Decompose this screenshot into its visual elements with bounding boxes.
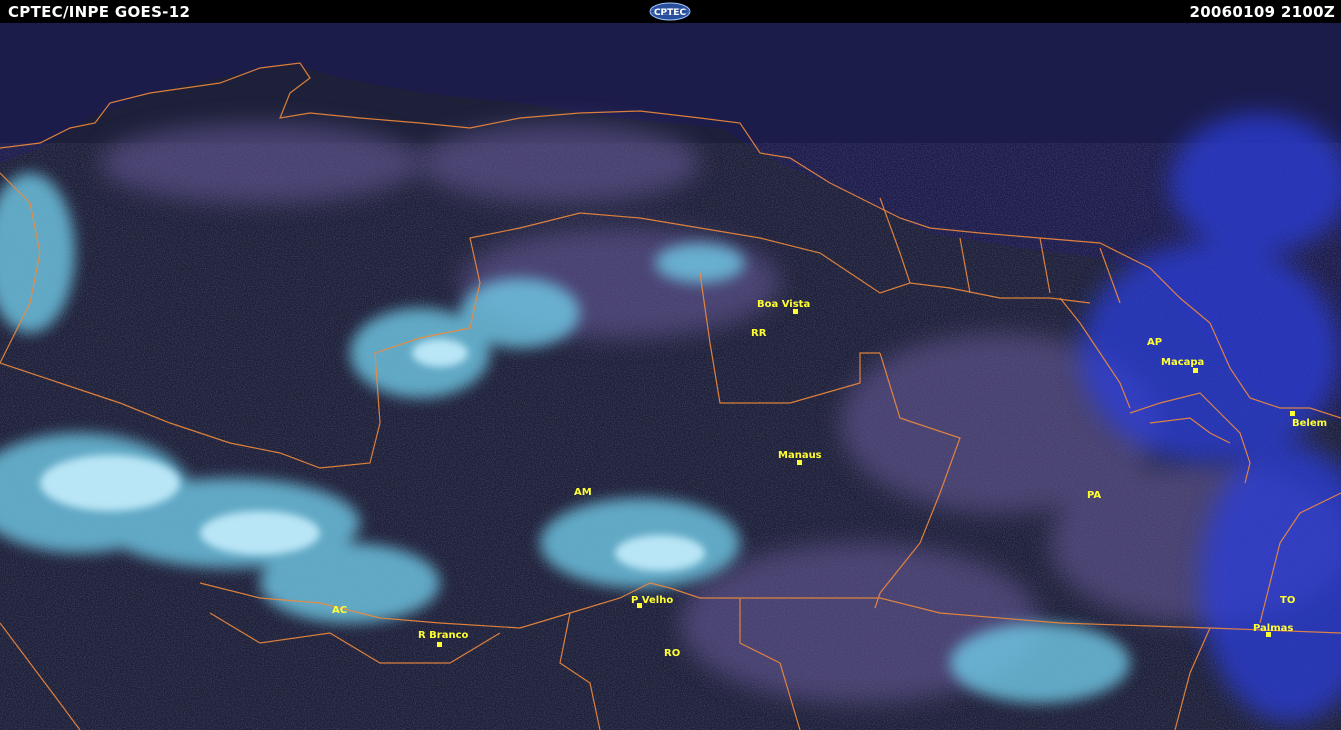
state-label-ac: AC — [332, 605, 347, 616]
city-label-boa-vista: Boa Vista — [757, 299, 810, 310]
header-bar: CPTEC/INPE GOES-12 CPTEC 20060109 2100Z — [0, 0, 1341, 23]
state-label-ro: RO — [664, 648, 680, 659]
city-label-p-velho: P Velho — [631, 595, 673, 606]
state-label-am: AM — [574, 487, 592, 498]
image-timestamp: 20060109 2100Z — [1189, 3, 1335, 21]
satellite-map[interactable]: Boa Vista Macapa Belem Manaus P Velho R … — [0, 23, 1341, 730]
city-label-r-branco: R Branco — [418, 630, 469, 641]
cptec-logo-icon: CPTEC — [649, 2, 691, 21]
satellite-viewer: CPTEC/INPE GOES-12 CPTEC 20060109 2100Z — [0, 0, 1341, 730]
city-marker-r-branco — [437, 642, 442, 647]
city-marker-macapa — [1193, 368, 1198, 373]
city-label-manaus: Manaus — [778, 450, 822, 461]
state-label-pa: PA — [1087, 490, 1101, 501]
city-label-macapa: Macapa — [1161, 357, 1204, 368]
product-title: CPTEC/INPE GOES-12 — [8, 3, 191, 21]
city-label-belem: Belem — [1292, 418, 1327, 429]
state-label-to: TO — [1280, 595, 1295, 606]
city-label-palmas: Palmas — [1253, 623, 1293, 634]
city-marker-belem — [1290, 411, 1295, 416]
logo-text: CPTEC — [654, 8, 686, 18]
state-label-ap: AP — [1147, 337, 1162, 348]
state-label-rr: RR — [751, 328, 767, 339]
